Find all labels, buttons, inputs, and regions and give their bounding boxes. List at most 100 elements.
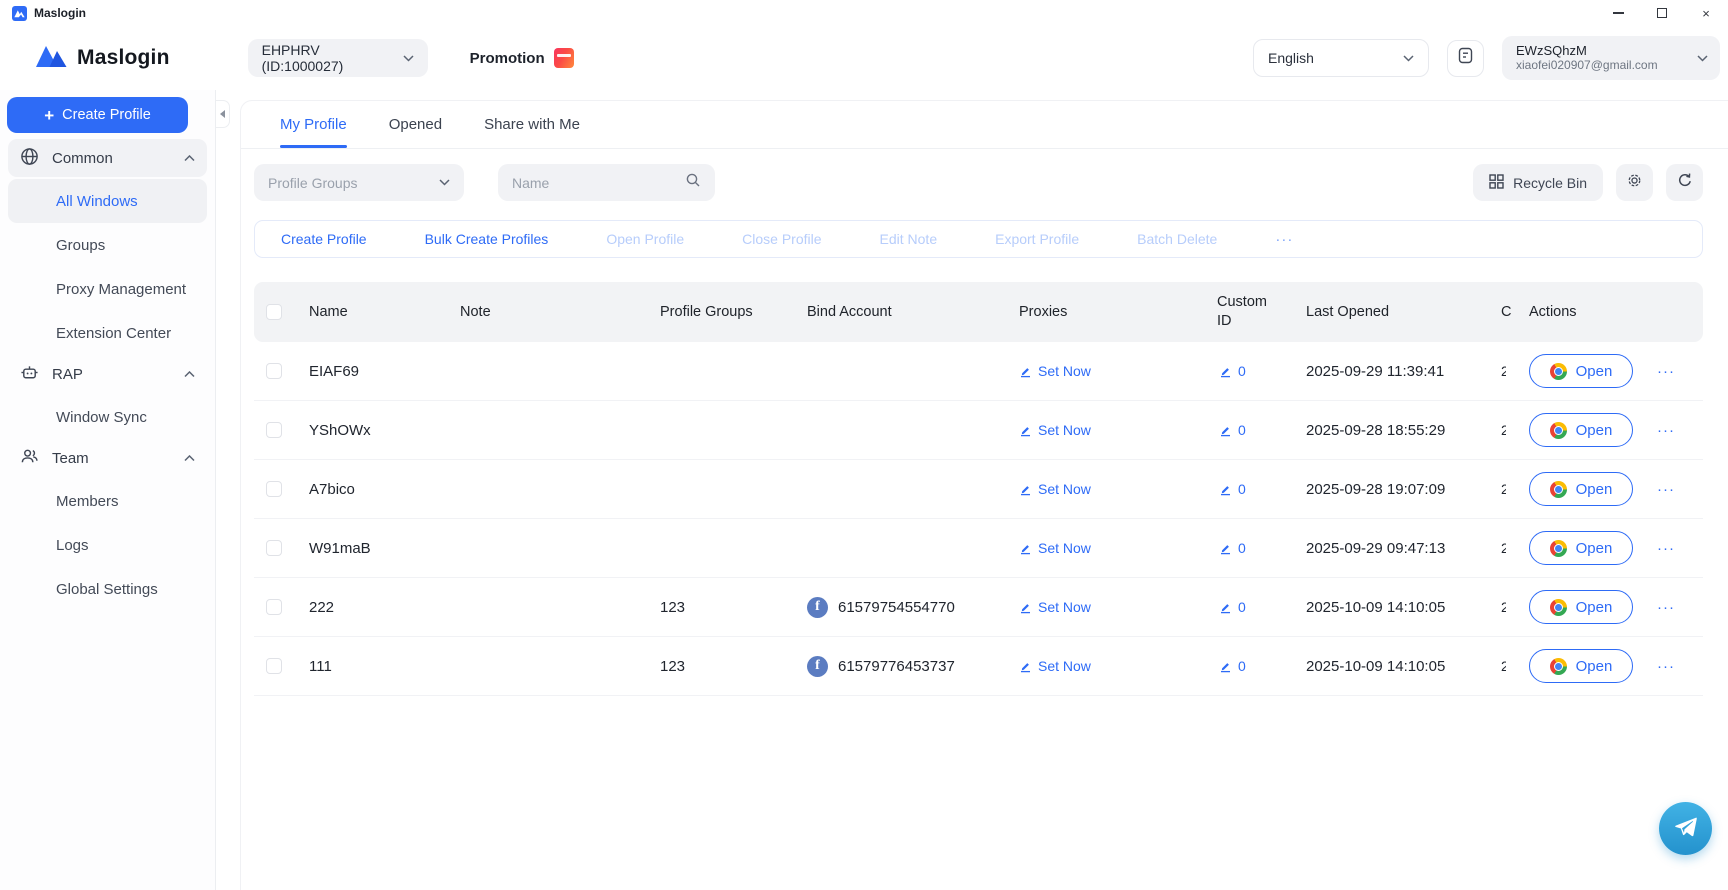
maximize-button[interactable] (1640, 0, 1684, 26)
name-search-box[interactable] (498, 164, 715, 201)
row-checkbox[interactable] (266, 481, 282, 497)
chrome-icon (1550, 658, 1567, 675)
select-all-checkbox[interactable] (266, 304, 282, 320)
app-header: Maslogin EHPHRV (ID:1000027) Promotion E… (0, 26, 1728, 90)
sidebar-item-extension-center[interactable]: Extension Center (8, 311, 207, 355)
sidebar-item-members[interactable]: Members (8, 479, 207, 523)
name-search-input[interactable] (512, 175, 662, 191)
set-proxy-link[interactable]: Set Now (999, 658, 1199, 674)
set-proxy-link[interactable]: Set Now (999, 363, 1199, 379)
sidebar-item-global-settings[interactable]: Global Settings (8, 567, 207, 611)
notes-button[interactable] (1447, 40, 1484, 77)
profile-tabs: My Profile Opened Share with Me (241, 101, 1728, 149)
created-clipped-value: 2 (1501, 481, 1506, 497)
custom-id-value: 0 (1238, 540, 1246, 556)
close-button[interactable]: × (1684, 0, 1728, 26)
set-proxy-link[interactable]: Set Now (999, 481, 1199, 497)
action-edit-note[interactable]: Edit Note (880, 231, 938, 247)
brand-name: Maslogin (77, 46, 170, 70)
team-selector[interactable]: EHPHRV (ID:1000027) (248, 39, 428, 77)
sidebar-section-common[interactable]: Common (8, 139, 207, 177)
row-actions: Open ··· (1525, 472, 1703, 506)
promotion-label: Promotion (470, 50, 545, 67)
row-checkbox[interactable] (266, 599, 282, 615)
telegram-button[interactable] (1659, 802, 1712, 855)
action-export-profile[interactable]: Export Profile (995, 231, 1079, 247)
set-now-label: Set Now (1038, 540, 1091, 556)
row-more-icon[interactable]: ··· (1657, 363, 1675, 380)
team-icon (20, 447, 39, 470)
row-checkbox[interactable] (266, 363, 282, 379)
profile-groups-select[interactable]: Profile Groups (254, 164, 464, 201)
account-menu[interactable]: EWzSQhzM xiaofei020907@gmail.com (1502, 36, 1720, 80)
tab-opened[interactable]: Opened (389, 116, 442, 148)
row-more-icon[interactable]: ··· (1657, 422, 1675, 439)
promotion-link[interactable]: Promotion (470, 48, 574, 68)
row-checkbox[interactable] (266, 422, 282, 438)
sidebar-item-window-sync[interactable]: Window Sync (8, 395, 207, 439)
custom-id-edit[interactable]: 0 (1199, 540, 1301, 556)
row-more-icon[interactable]: ··· (1657, 540, 1675, 557)
sidebar-item-logs[interactable]: Logs (8, 523, 207, 567)
table-row: W91maB Set Now 0 2025-09-29 09:47:13 2 O… (254, 519, 1703, 578)
set-proxy-link[interactable]: Set Now (999, 599, 1199, 615)
open-profile-button[interactable]: Open (1529, 472, 1633, 506)
set-now-label: Set Now (1038, 422, 1091, 438)
refresh-button[interactable] (1666, 164, 1703, 201)
set-proxy-link[interactable]: Set Now (999, 422, 1199, 438)
custom-id-value: 0 (1238, 599, 1246, 615)
open-profile-button[interactable]: Open (1529, 354, 1633, 388)
action-close-profile[interactable]: Close Profile (742, 231, 821, 247)
sidebar-item-groups[interactable]: Groups (8, 223, 207, 267)
last-opened-value: 2025-09-28 18:55:29 (1301, 422, 1501, 439)
language-selector[interactable]: English (1253, 39, 1429, 77)
recycle-bin-button[interactable]: Recycle Bin (1473, 164, 1603, 201)
open-profile-button[interactable]: Open (1529, 590, 1633, 624)
profile-name: 222 (300, 599, 451, 616)
sidebar-section-team[interactable]: Team (8, 439, 207, 477)
table-row: EIAF69 Set Now 0 2025-09-29 11:39:41 2 O… (254, 342, 1703, 401)
sidebar-collapse-handle[interactable] (216, 100, 230, 128)
sidebar-section-rap[interactable]: RAP (8, 355, 207, 393)
tab-my-profile[interactable]: My Profile (280, 116, 347, 148)
col-profile-groups: Profile Groups (651, 304, 798, 320)
chevron-up-icon (184, 371, 195, 378)
row-actions: Open ··· (1525, 413, 1703, 447)
custom-id-edit[interactable]: 0 (1199, 658, 1301, 674)
window-titlebar: Maslogin × (0, 0, 1728, 26)
set-now-label: Set Now (1038, 658, 1091, 674)
action-open-profile[interactable]: Open Profile (606, 231, 684, 247)
col-custom-id: Custom ID (1199, 293, 1301, 331)
custom-id-edit[interactable]: 0 (1199, 599, 1301, 615)
custom-id-edit[interactable]: 0 (1199, 481, 1301, 497)
open-profile-button[interactable]: Open (1529, 531, 1633, 565)
edit-icon (1219, 424, 1232, 437)
settings-button[interactable] (1616, 164, 1653, 201)
col-last-opened: Last Opened (1301, 304, 1501, 320)
minimize-button[interactable] (1596, 0, 1640, 26)
custom-id-edit[interactable]: 0 (1199, 363, 1301, 379)
more-actions-icon[interactable]: ··· (1275, 231, 1293, 248)
chrome-icon (1550, 422, 1567, 439)
row-more-icon[interactable]: ··· (1657, 481, 1675, 498)
language-value: English (1268, 50, 1314, 66)
sidebar-item-proxy-management[interactable]: Proxy Management (8, 267, 207, 311)
set-now-label: Set Now (1038, 599, 1091, 615)
create-profile-button[interactable]: + Create Profile (7, 97, 188, 133)
row-more-icon[interactable]: ··· (1657, 599, 1675, 616)
action-create-profile[interactable]: Create Profile (281, 231, 367, 247)
set-proxy-link[interactable]: Set Now (999, 540, 1199, 556)
tab-share-with-me[interactable]: Share with Me (484, 116, 580, 148)
sidebar-item-all-windows[interactable]: All Windows (8, 179, 207, 223)
row-checkbox[interactable] (266, 658, 282, 674)
action-bulk-create-profiles[interactable]: Bulk Create Profiles (425, 231, 549, 247)
account-name: EWzSQhzM (1516, 43, 1658, 58)
action-batch-delete[interactable]: Batch Delete (1137, 231, 1217, 247)
edit-icon (1019, 660, 1032, 673)
open-profile-button[interactable]: Open (1529, 649, 1633, 683)
row-checkbox[interactable] (266, 540, 282, 556)
open-profile-button[interactable]: Open (1529, 413, 1633, 447)
row-more-icon[interactable]: ··· (1657, 658, 1675, 675)
custom-id-edit[interactable]: 0 (1199, 422, 1301, 438)
profile-name: A7bico (300, 481, 451, 498)
